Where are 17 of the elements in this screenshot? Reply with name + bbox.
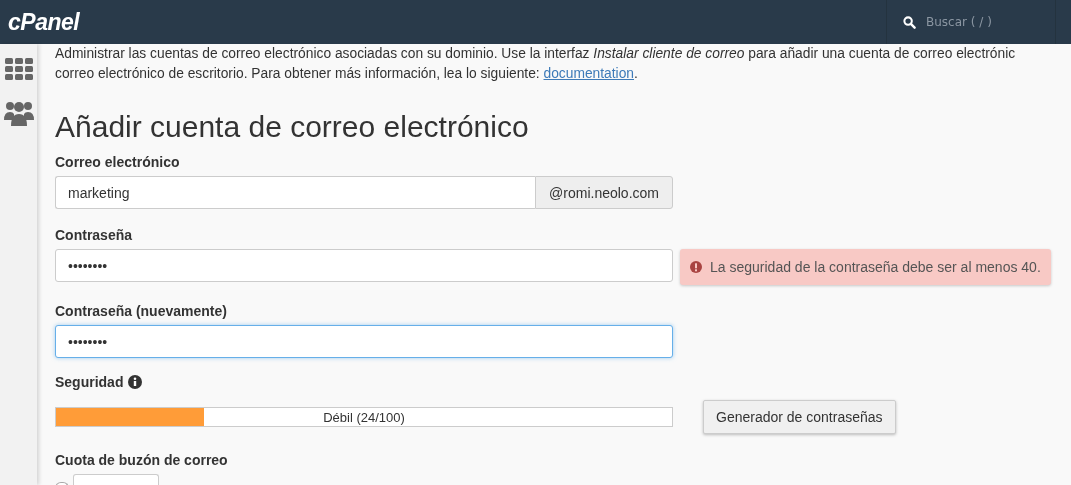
field-label: Cuota de buzón de correo: [55, 452, 228, 468]
field-label: Correo electrónico: [55, 154, 180, 170]
description-text: Administrar las cuentas de correo electrónico asociadas con su dominio. Use la interfaz Instalar cliente de correo para añadir una cuenta de correo electrónic correo electrónico de escritorio. Para obtener más información, lea lo siguiente: documentation.: [55, 45, 1017, 83]
strength-reading: Débil (24/100): [323, 409, 405, 425]
password-field[interactable]: ••••••••: [55, 249, 673, 282]
error-text: La seguridad de la contraseña debe ser al menos 40.: [710, 259, 1041, 275]
password-generator-button[interactable]: Generador de contraseñas: [703, 400, 896, 434]
search-field[interactable]: Buscar ( / ): [926, 15, 1046, 29]
page-title: Añadir cuenta de correo electrónico: [55, 110, 530, 144]
email-field[interactable]: marketing: [55, 176, 536, 209]
domain-addon: @romi.neolo.com: [535, 176, 673, 209]
cpanel-logo[interactable]: cPanel: [0, 8, 80, 36]
field-label: Contraseña: [55, 227, 133, 243]
documentation-link[interactable]: documentation: [543, 66, 635, 81]
password-field[interactable]: ••••••••: [55, 325, 673, 358]
field-label: Contraseña (nuevamente): [55, 303, 227, 319]
field-label: Seguridad: [55, 374, 124, 390]
